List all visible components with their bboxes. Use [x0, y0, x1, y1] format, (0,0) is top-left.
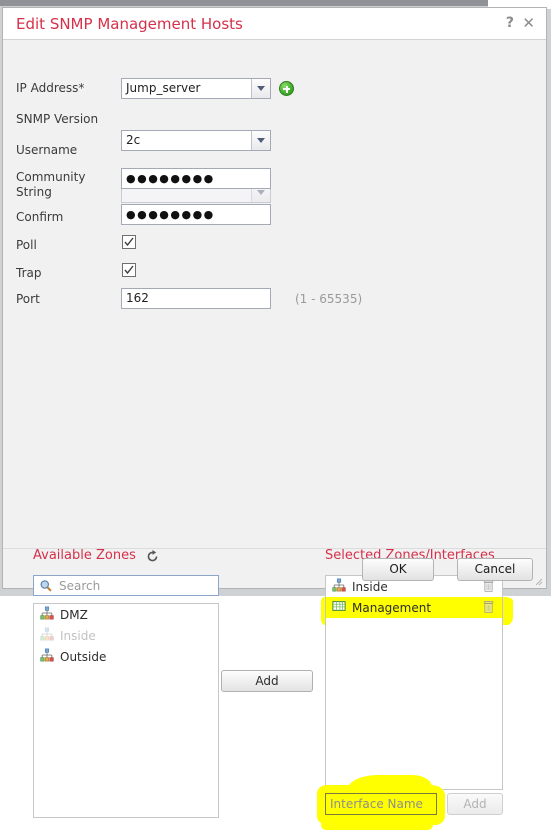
dialog-footer: OK Cancel: [3, 548, 546, 588]
label-username: Username: [16, 143, 78, 157]
community-string-input[interactable]: ●●●●●●●●: [121, 168, 271, 189]
backdrop-strip-left: [0, 0, 488, 6]
add-ip-object-icon[interactable]: [279, 81, 294, 96]
snmp-host-form: IP Address* Jump_server SNMP Version 2c …: [3, 40, 546, 309]
snmp-version-value: 2c: [126, 133, 141, 147]
chevron-down-icon[interactable]: [251, 79, 270, 98]
help-icon[interactable]: ?: [506, 15, 514, 31]
chevron-down-icon[interactable]: [251, 131, 270, 150]
close-icon[interactable]: ✕: [522, 15, 535, 31]
zone-icon: [40, 648, 54, 665]
label-poll: Poll: [16, 238, 37, 252]
label-confirm: Confirm: [16, 210, 64, 224]
resize-grip-icon[interactable]: [535, 578, 543, 586]
label-ip-address: IP Address*: [16, 81, 85, 95]
list-item-label: Inside: [60, 628, 96, 643]
edit-snmp-management-hosts-dialog: Edit SNMP Management Hosts ? ✕ IP Addres…: [2, 7, 547, 830]
interface-add-button[interactable]: Add: [447, 793, 503, 815]
list-item-label: DMZ: [60, 607, 88, 622]
label-snmp-version: SNMP Version: [16, 112, 99, 126]
highlighter-mark: [321, 820, 433, 830]
cancel-button[interactable]: Cancel: [457, 558, 533, 581]
dialog-title: Edit SNMP Management Hosts: [16, 15, 243, 33]
list-item-label: Outside: [60, 649, 107, 664]
list-item-label: Management: [352, 600, 432, 615]
zone-icon: [40, 627, 54, 644]
interface-name-placeholder: Interface Name: [330, 797, 423, 811]
confirm-value: ●●●●●●●●: [126, 208, 215, 221]
zone-icon: [40, 606, 54, 623]
interface-name-input[interactable]: Interface Name: [325, 793, 437, 815]
label-community-string: Community String: [16, 170, 86, 199]
list-item[interactable]: DMZ: [34, 604, 218, 625]
delete-icon[interactable]: [482, 600, 495, 617]
add-zone-button[interactable]: Add: [221, 670, 313, 692]
zone-transfer-panel: Available Zones Selected Zones/Interface…: [3, 272, 546, 830]
list-item[interactable]: Outside: [34, 646, 218, 667]
interface-icon: [332, 599, 346, 616]
list-item[interactable]: Management: [326, 597, 502, 618]
ip-address-select[interactable]: Jump_server: [121, 78, 271, 99]
poll-checkbox[interactable]: [122, 235, 136, 249]
confirm-input[interactable]: ●●●●●●●●: [121, 204, 271, 225]
list-item[interactable]: Inside: [34, 625, 218, 646]
available-zones-list[interactable]: DMZ Inside Outside: [33, 603, 219, 818]
check-icon: [124, 237, 134, 247]
dialog-titlebar: Edit SNMP Management Hosts ? ✕: [3, 8, 546, 40]
ok-button[interactable]: OK: [362, 558, 434, 581]
snmp-version-select[interactable]: 2c: [121, 130, 271, 151]
community-string-value: ●●●●●●●●: [126, 172, 215, 185]
selected-zones-list[interactable]: Inside Management: [325, 575, 503, 790]
ip-address-value: Jump_server: [126, 81, 201, 95]
